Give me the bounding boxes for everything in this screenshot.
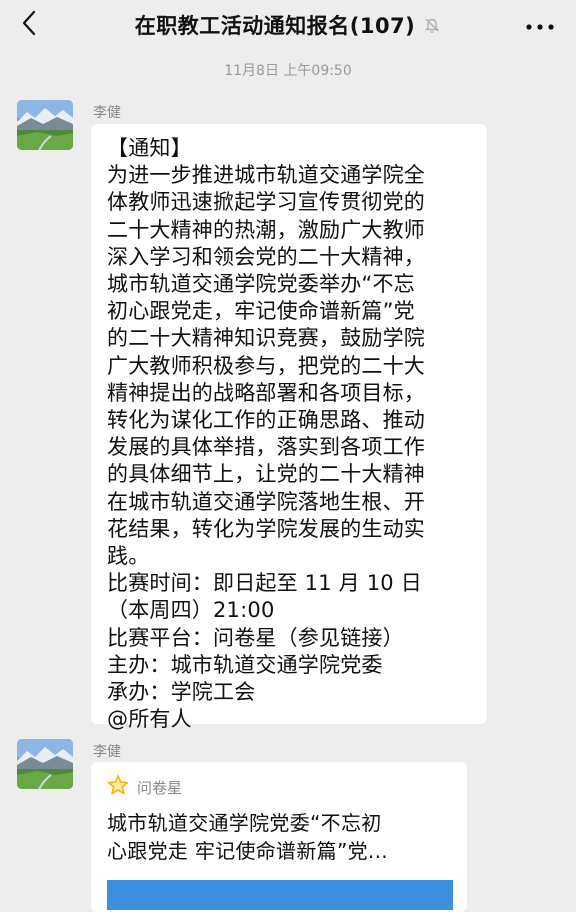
more-button[interactable]: [522, 12, 558, 38]
message-line: 初心跟党走，牢记使命谱新篇”党: [107, 299, 415, 324]
star-icon: [107, 774, 129, 800]
message-timestamp: 11月8日 上午09:50: [224, 63, 352, 79]
chat-header: 在职教工活动通知报名(107): [0, 0, 576, 50]
card-title-line: 心跟党走 牢记使命谱新篇”党...: [107, 839, 388, 863]
message-line: 转化为谋化工作的正确思路、推动: [107, 408, 425, 433]
chevron-left-icon: [22, 10, 36, 40]
message-line: 承办：学院工会: [107, 680, 256, 705]
card-title-line: 城市轨道交通学院党委“不忘初: [107, 811, 382, 835]
message-line: 为进一步推进城市轨道交通学院全: [107, 163, 425, 188]
link-card[interactable]: 问卷星 城市轨道交通学院党委“不忘初 心跟党走 牢记使命谱新篇”党...: [91, 762, 467, 912]
message-line: 深入学习和领会党的二十大精神，: [107, 244, 425, 269]
message-line: 二十大精神的热潮，激励广大教师: [107, 217, 425, 242]
message-line: 的具体细节上，让党的二十大精神: [107, 462, 425, 487]
more-horizontal-icon: [525, 16, 555, 35]
message-line: 花结果，转化为学院发展的生动实: [107, 516, 425, 541]
card-title: 城市轨道交通学院党委“不忘初 心跟党走 牢记使命谱新篇”党...: [107, 809, 388, 865]
card-thumbnail: [107, 880, 453, 910]
message-line: 在城市轨道交通学院落地生根、开: [107, 489, 425, 514]
message-line: （本周四）21:00: [107, 598, 275, 623]
chat-title: 在职教工活动通知报名(107): [134, 14, 416, 38]
card-source-name: 问卷星: [137, 778, 183, 797]
message-line: 主办：城市轨道交通学院党委: [107, 652, 383, 677]
avatar[interactable]: [17, 100, 73, 150]
message-line: 体教师迅速掀起学习宣传贯彻党的: [107, 190, 425, 215]
mention-all[interactable]: @所有人: [107, 706, 425, 733]
back-button[interactable]: [14, 10, 44, 40]
avatar[interactable]: [17, 739, 73, 789]
message-line: 城市轨道交通学院党委举办“不忘: [107, 272, 415, 297]
card-source: 问卷星: [107, 774, 182, 800]
message-line: 践。: [107, 544, 150, 569]
message-line: 广大教师积极参与，把党的二十大: [107, 353, 425, 378]
sender-name: 李健: [93, 105, 121, 121]
message-bubble[interactable]: 【通知】 为进一步推进城市轨道交通学院全 体教师迅速掀起学习宣传贯彻党的 二十大…: [91, 124, 487, 731]
message-line: 精神提出的战略部署和各项目标，: [107, 380, 425, 405]
bell-off-icon: [423, 16, 441, 34]
message-line: 比赛平台：问卷星（参见链接）: [107, 625, 404, 650]
message-line: 发展的具体举措，落实到各项工作: [107, 435, 425, 460]
chat-title-group: 在职教工活动通知报名(107): [135, 10, 442, 40]
message-line: 【通知】: [107, 136, 192, 160]
message-line: 比赛时间：即日起至 11 月 10 日: [107, 571, 422, 596]
message-line: 的二十大精神知识竞赛，鼓励学院: [107, 326, 425, 351]
message-text: 【通知】 为进一步推进城市轨道交通学院全 体教师迅速掀起学习宣传贯彻党的 二十大…: [107, 135, 425, 733]
sender-name: 李健: [93, 744, 121, 760]
